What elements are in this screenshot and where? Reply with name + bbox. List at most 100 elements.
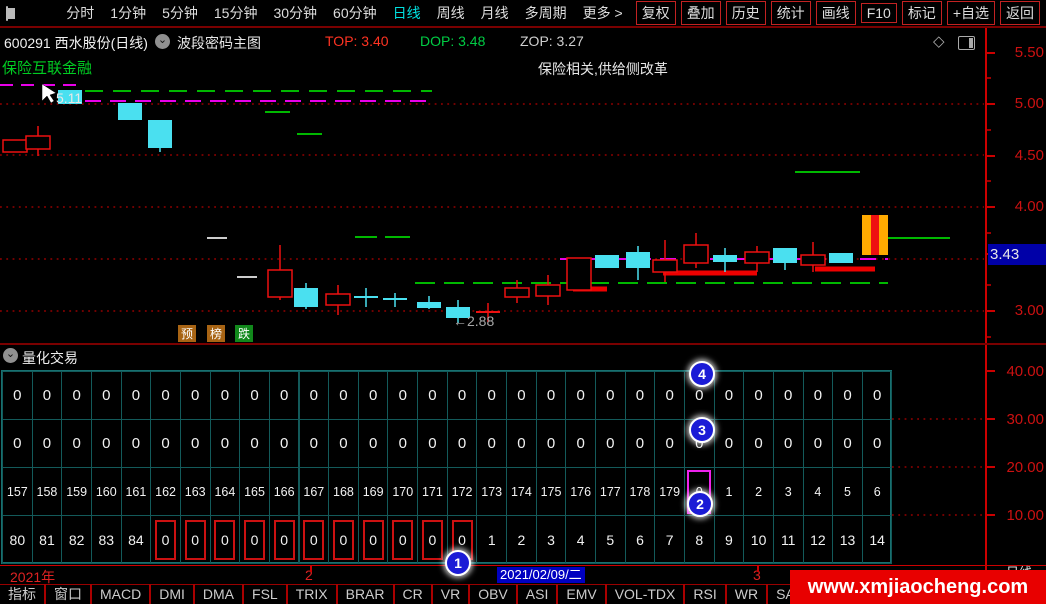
signal-tag: 跌 [235,325,253,342]
grid-cell: 0 [358,371,389,420]
grid-cell: 0 [269,371,300,420]
grid-cell: 0 [773,419,804,468]
grid-cell: 82 [61,515,92,564]
grid-cell: 0 [121,419,152,468]
grid-cell: 0 [299,419,330,468]
grid-cell: 0 [387,371,418,420]
grid-cell: 0 [239,515,270,564]
grid-cell: 175 [536,467,567,516]
low-price-label: ←2.88 [453,313,494,329]
grid-cell: 0 [61,419,92,468]
grid-cell: 0 [743,419,774,468]
grid-cell: 179 [654,467,685,516]
grid-cell: 13 [832,515,863,564]
grid-cell: 174 [506,467,537,516]
grid-cell: 0 [180,515,211,564]
indicator-tab[interactable]: DMA [195,584,244,604]
high-price-label: 5.11 [56,90,82,106]
indicator-tab[interactable]: EMV [558,584,606,604]
grid-cell: 0 [210,419,241,468]
grid-cell: 4 [803,467,834,516]
indicator-tab[interactable]: 窗口 [46,584,92,604]
grid-cell: 0 [565,371,596,420]
grid-cell: 0 [2,419,33,468]
grid-cell: 4 [565,515,596,564]
grid-cell: 0 [91,419,122,468]
quant-panel-header: ⌄ 量化交易 [0,345,1046,369]
signal-tag: 预 [178,325,196,342]
red-marked-cell: 0 [303,520,324,560]
indicator-tab[interactable]: ASI [518,584,559,604]
grid-cell: 0 [595,371,626,420]
sector-label: 保险互联金融 [2,57,92,78]
grid-cell: 0 [565,419,596,468]
grid-cell: 6 [862,467,893,516]
grid-cell: 0 [2,371,33,420]
grid-cell: 157 [2,467,33,516]
grid-cell: 0 [387,515,418,564]
tdx-app: 分时1分钟5分钟15分钟30分钟60分钟日线周线月线多周期更多 > 复权叠加历史… [0,0,1046,604]
grid-cell: 0 [299,515,330,564]
grid-cell: 0 [417,371,448,420]
grid-cell: 170 [387,467,418,516]
grid-cell: 0 [180,371,211,420]
indicator-tab[interactable]: OBV [470,584,518,604]
grid-cell: 0 [506,419,537,468]
indicator-tab[interactable]: 指标 [0,584,46,604]
grid-cell: 0 [417,515,448,564]
grid-cell: 0 [91,371,122,420]
grid-cell: 0 [476,419,507,468]
grid-cell: 0 [150,419,181,468]
indicator-tab[interactable]: VOL-TDX [607,584,686,604]
chevron-down-icon[interactable]: ⌄ [3,348,18,363]
grid-cell: 0 [803,419,834,468]
x-axis-label: 2021/02/09/二 [497,567,585,583]
grid-cell: 0 [269,419,300,468]
grid-cell: 0 [862,419,893,468]
grid-cell: 0 [180,419,211,468]
indicator-tab[interactable]: CR [395,584,433,604]
grid-cell: 0 [654,371,685,420]
red-marked-cell: 0 [422,520,443,560]
indicator-tab[interactable]: VR [433,584,470,604]
ad-banner-text: www.xmjiaocheng.com [808,576,1028,599]
ad-banner[interactable]: www.xmjiaocheng.com [790,570,1046,604]
red-marked-cell: 0 [274,520,295,560]
grid-cell: 0 [832,371,863,420]
grid-cell: 171 [417,467,448,516]
y-axis-label: 5.50 [996,44,1044,61]
indicator-tab[interactable]: DMI [151,584,195,604]
grid-cell: 5 [595,515,626,564]
grid-cell: 160 [91,467,122,516]
y-axis-label: 30.00 [996,411,1044,428]
grid-cell: 84 [121,515,152,564]
indicator-tab[interactable]: WR [727,584,768,604]
grid-cell: 161 [121,467,152,516]
y-axis-label: 4.50 [996,147,1044,164]
grid-cell: 0 [476,371,507,420]
grid-cell: 7 [654,515,685,564]
grid-cell: 0 [447,371,478,420]
indicator-tab[interactable]: FSL [244,584,288,604]
red-marked-cell: 0 [214,520,235,560]
indicator-tab[interactable]: MACD [92,584,151,604]
grid-cell: 0 [773,371,804,420]
y-axis-label: 3.00 [996,302,1044,319]
red-marked-cell: 0 [363,520,384,560]
chart-annotation: 保险相关,供给侧改革 [538,59,668,79]
grid-cell: 0 [803,371,834,420]
grid-cell: 0 [654,419,685,468]
quant-panel-title: 量化交易 [22,348,78,368]
indicator-tab[interactable]: BRAR [338,584,395,604]
grid-cell: 158 [32,467,63,516]
grid-cell: 2 [743,467,774,516]
grid-cell: 0 [358,419,389,468]
grid-cell: 2 [506,515,537,564]
indicator-tab[interactable]: RSI [685,584,726,604]
grid-cell: 0 [387,419,418,468]
grid-cell: 0 [506,371,537,420]
grid-cell: 1 [714,467,745,516]
grid-cell: 5 [832,467,863,516]
indicator-tab[interactable]: TRIX [288,584,338,604]
grid-cell: 0 [832,419,863,468]
